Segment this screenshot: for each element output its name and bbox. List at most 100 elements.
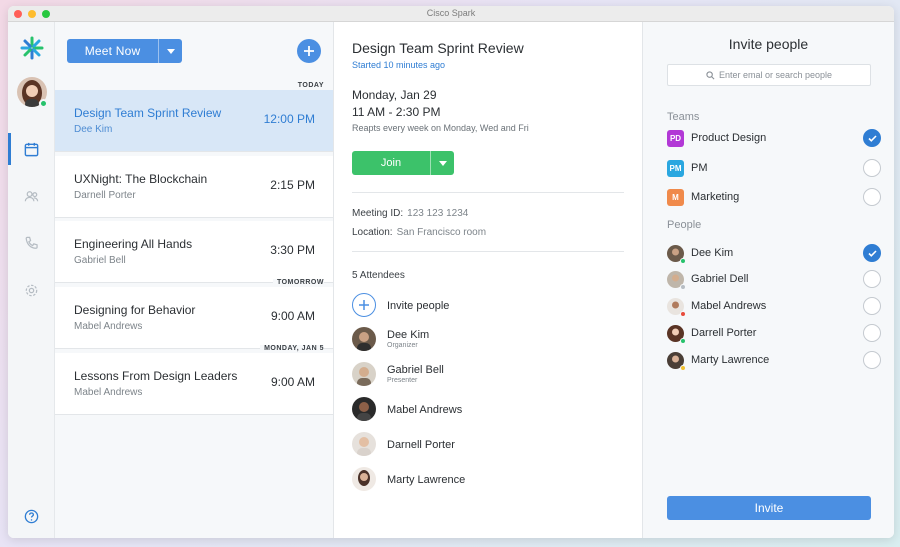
location-label: Location: [352,227,393,238]
team-row-marketing[interactable]: M Marketing [667,188,881,208]
meeting-host: Dee Kim [74,124,113,135]
calls-nav-button[interactable] [8,225,55,261]
person-checkbox[interactable] [863,351,881,369]
attendee-avatar [352,467,376,491]
people-icon [24,190,39,201]
team-row-product-design[interactable]: PD Product Design [667,129,881,149]
meeting-host: Darnell Porter [74,190,136,201]
calendar-icon [24,142,39,156]
meet-now-button[interactable]: Meet Now [67,39,182,63]
people-nav-button[interactable] [8,178,55,214]
meeting-time: 9:00 AM [270,309,315,323]
person-checkbox[interactable] [863,244,881,262]
attendee-name: Gabriel Bell [387,364,444,376]
divider [352,251,624,252]
attendee-row[interactable]: Darnell Porter [352,430,622,460]
attendee-name: Mabel Andrews [387,404,463,416]
person-name: Dee Kim [691,247,734,259]
meet-now-dropdown[interactable] [158,39,182,63]
join-dropdown[interactable] [430,151,454,175]
spark-logo-icon [20,36,44,60]
team-badge: PD [667,130,684,147]
person-name: Darrell Porter [691,327,757,339]
attendees-count: 5 Attendees [352,270,405,281]
location-row: Location: San Francisco room [352,227,486,238]
search-icon [706,70,715,79]
location-value: San Francisco room [396,227,487,238]
attendee-row[interactable]: Dee Kim Organizer [352,325,622,355]
meeting-host: Mabel Andrews [74,387,143,398]
person-avatar [667,325,686,344]
meeting-title: UXNight: The Blockchain [74,172,208,186]
search-placeholder: Enter emal or search people [718,70,833,80]
invite-people-row[interactable]: Invite people [352,291,622,321]
team-checkbox[interactable] [863,159,881,177]
attendee-row[interactable]: Gabriel Bell Presenter [352,360,622,390]
invite-search-input[interactable]: Enter emal or search people [667,64,871,86]
window-title: Cisco Spark [426,8,476,18]
team-checkbox[interactable] [863,188,881,206]
meet-now-label: Meet Now [84,44,141,58]
presence-indicator [680,338,686,344]
detail-started-status: Started 10 minutes ago [352,60,446,70]
person-avatar [667,298,686,317]
person-row[interactable]: Gabriel Dell [667,270,881,290]
detail-time-range: 11 AM - 2:30 PM [352,105,441,119]
meeting-title: Designing for Behavior [74,303,196,317]
meeting-time: 12:00 PM [263,112,315,126]
attendee-avatar [352,432,376,456]
join-button[interactable]: Join [352,151,454,175]
team-row-pm[interactable]: PM PM [667,159,881,179]
presence-indicator [680,258,686,264]
person-avatar [667,271,686,290]
meeting-id-value: 123 123 1234 [407,208,469,219]
meeting-id-label: Meeting ID: [352,208,404,219]
checkmark-icon [867,249,877,257]
invite-panel-title: Invite people [728,36,809,52]
attendee-row[interactable]: Mabel Andrews [352,395,622,425]
team-checkbox[interactable] [863,129,881,147]
meeting-time: 9:00 AM [270,375,315,389]
meeting-item[interactable]: Lessons From Design Leaders Mabel Andrew… [55,353,333,415]
person-checkbox[interactable] [863,270,881,288]
team-badge: PM [667,160,684,177]
meeting-item[interactable]: Engineering All Hands Gabriel Bell 3:30 … [55,221,333,283]
settings-nav-button[interactable] [8,272,55,308]
person-checkbox[interactable] [863,297,881,315]
divider [352,192,624,193]
detail-repeat-info: Reapts every week on Monday, Wed and Fri [352,123,529,133]
meeting-time: 3:30 PM [270,243,315,257]
meeting-detail-panel: Design Team Sprint Review Started 10 min… [334,22,642,538]
person-row[interactable]: Dee Kim [667,244,881,264]
presence-indicator [680,365,686,371]
user-avatar[interactable] [17,77,48,108]
meeting-item[interactable]: Design Team Sprint Review Dee Kim 12:00 … [55,90,333,152]
detail-date: Monday, Jan 29 [352,88,437,102]
person-name: Gabriel Dell [691,273,749,285]
chevron-down-icon [438,160,447,166]
person-checkbox[interactable] [863,324,881,342]
meeting-item[interactable]: Designing for Behavior Mabel Andrews 9:0… [55,287,333,349]
person-row[interactable]: Mabel Andrews [667,297,881,317]
person-row[interactable]: Marty Lawrence [667,351,881,371]
invite-button[interactable]: Invite [667,496,871,520]
join-label: Join [380,157,402,169]
help-button[interactable] [8,498,55,534]
day-label-monday: MONDAY, JAN 5 [260,345,324,352]
presence-indicator [680,284,686,290]
attendee-role: Organizer [387,342,418,349]
add-person-icon [352,293,376,317]
meeting-item[interactable]: UXNight: The Blockchain Darnell Porter 2… [55,156,333,218]
calendar-nav-button[interactable] [8,131,55,167]
attendee-avatar [352,327,376,351]
meeting-title: Design Team Sprint Review [74,106,222,120]
day-label-today: TODAY [293,82,324,89]
help-icon [24,509,39,523]
attendee-name: Darnell Porter [387,439,455,451]
person-avatar [667,245,686,264]
person-row[interactable]: Darrell Porter [667,324,881,344]
chevron-down-icon [166,48,175,54]
add-meeting-button[interactable] [297,39,321,63]
attendee-row[interactable]: Marty Lawrence [352,465,622,495]
nav-rail [8,22,55,538]
